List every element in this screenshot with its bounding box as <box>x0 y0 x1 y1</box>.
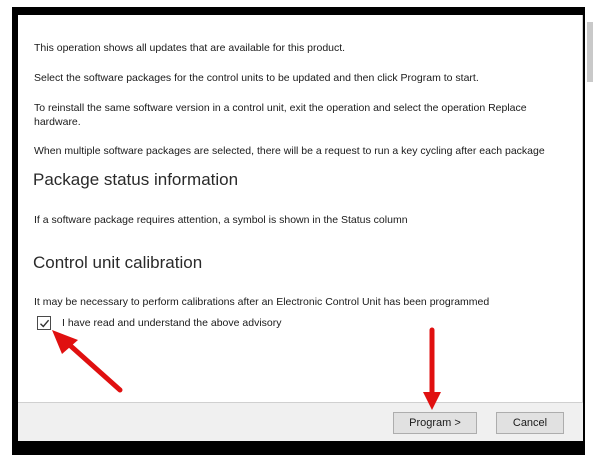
scrollbar-thumb[interactable] <box>587 22 593 82</box>
program-button[interactable]: Program > <box>393 412 477 434</box>
calibration-heading: Control unit calibration <box>33 253 203 272</box>
multiple-packages-paragraph: When multiple software packages are sele… <box>34 145 545 157</box>
package-status-paragraph: If a software package requires attention… <box>34 214 408 226</box>
advisory-checkbox[interactable] <box>37 316 51 330</box>
package-status-heading: Package status information <box>33 170 239 189</box>
cancel-button[interactable]: Cancel <box>496 412 564 434</box>
intro-paragraph: This operation shows all updates that ar… <box>34 42 346 54</box>
calibration-paragraph: It may be necessary to perform calibrati… <box>34 296 490 308</box>
advisory-label: I have read and understand the above adv… <box>62 317 282 329</box>
instruction-paragraph: Select the software packages for the con… <box>34 72 479 84</box>
reinstall-paragraph: To reinstall the same software version i… <box>34 102 527 128</box>
check-icon <box>39 319 49 328</box>
